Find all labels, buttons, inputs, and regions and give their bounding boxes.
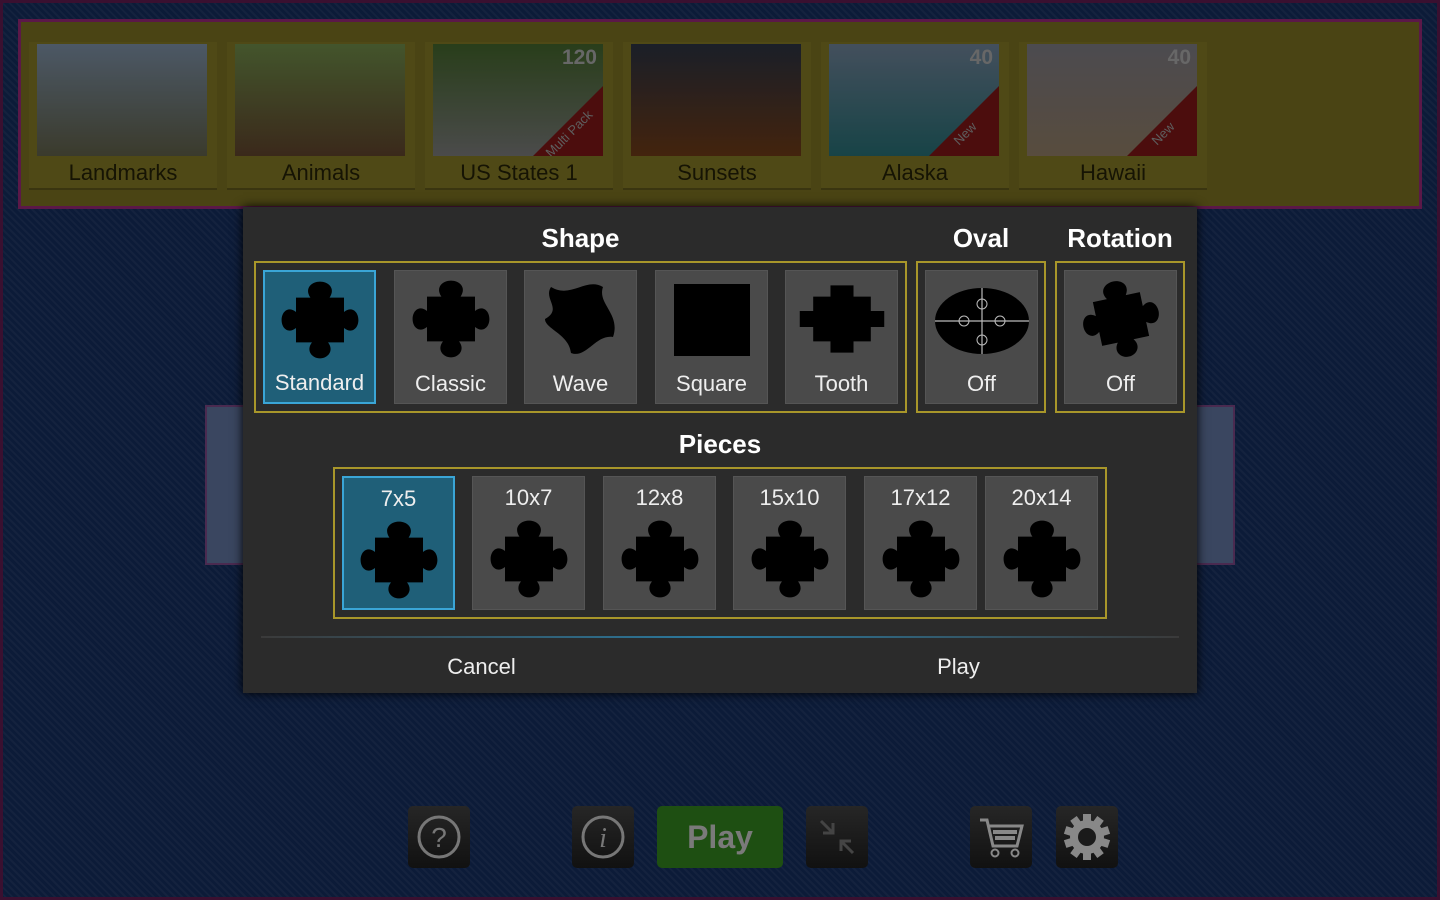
svg-text:i: i [599,823,607,854]
square-piece-icon [673,284,750,356]
category-thumbnail [631,44,801,156]
pieces-label: 7x5 [380,486,417,511]
pieces-7x5[interactable]: 7x5 [342,476,455,610]
ribbon [929,86,999,156]
piece-icon [742,519,838,599]
pieces-17x12[interactable]: 17x12 [864,476,977,610]
piece-icon [612,519,708,599]
puzzle-count: 40 [1167,46,1191,69]
help-button[interactable]: ? [408,806,470,868]
category-label: Alaska [881,160,949,185]
category-landmarks[interactable]: Landmarks [29,42,217,190]
category-thumbnail: Multi Pack 120 [433,44,603,156]
pieces-label: 12x8 [635,485,684,510]
oval-group: Off [916,261,1046,413]
shape-wave[interactable]: Wave [524,270,637,404]
shape-label: Tooth [814,371,869,396]
cart-icon [980,818,1024,858]
shape-square[interactable]: Square [655,270,768,404]
game-options-dialog: Shape Oval Rotation Standard Classic Wav… [243,207,1197,693]
rotation-heading: Rotation [1067,223,1173,253]
shop-button[interactable] [970,806,1032,868]
shape-label: Classic [415,371,486,396]
shape-tooth[interactable]: Tooth [785,270,898,404]
oval-heading: Oval [952,223,1010,253]
cancel-button[interactable]: Cancel [243,647,720,687]
settings-button[interactable] [1056,806,1118,868]
oval-label: Off [967,371,996,396]
piece-icon [481,519,577,599]
shape-group: Standard Classic Wave Square Tooth [254,261,907,413]
puzzle-count: 40 [969,46,993,69]
category-thumbnail: New 40 [1027,44,1197,156]
category-label: Sunsets [677,160,757,185]
shape-classic[interactable]: Classic [394,270,507,404]
oval-toggle[interactable]: Off [925,270,1038,404]
ribbon [533,86,603,156]
category-thumbnail [235,44,405,156]
category-label: Animals [281,160,361,185]
category-sunsets[interactable]: Sunsets [623,42,811,190]
collapse-button[interactable] [806,806,868,868]
category-strip: Landmarks Animals Multi Pack 120 US States 1… [18,19,1422,209]
pieces-label: 17x12 [890,485,951,510]
category-hawaii[interactable]: New 40 Hawaii [1019,42,1207,190]
classic-piece-icon [403,279,499,359]
category-alaska[interactable]: New 40 Alaska [821,42,1009,190]
help-icon: ? [417,815,461,859]
piece-icon [873,519,969,599]
background-puzzle-right [1195,405,1235,565]
category-animals[interactable]: Animals [227,42,415,190]
collapse-icon [819,819,855,855]
piece-icon [351,520,447,600]
shape-label: Square [676,371,747,396]
background-puzzle-left [205,405,245,565]
piece-icon [994,519,1090,599]
shape-standard[interactable]: Standard [263,270,376,404]
rotation-label: Off [1106,371,1135,396]
play-button[interactable]: Play [657,806,783,868]
shape-label: Wave [552,371,609,396]
oval-pieces-icon [934,288,1029,354]
svg-text:?: ? [431,822,447,853]
info-button[interactable]: i [572,806,634,868]
pieces-label: 10x7 [504,485,553,510]
gear-icon [1063,814,1111,860]
ribbon [1127,86,1197,156]
pieces-label: 15x10 [759,485,820,510]
pieces-group: 7x5 10x7 12x8 15x10 17x12 20x14 [333,467,1107,619]
tooth-piece-icon [799,285,884,353]
shape-label: Standard [274,370,365,395]
standard-piece-icon [272,280,368,360]
puzzle-count: 120 [561,46,597,69]
pieces-10x7[interactable]: 10x7 [472,476,585,610]
pieces-20x14[interactable]: 20x14 [985,476,1098,610]
category-label: US States 1 [460,160,578,185]
wave-piece-icon [544,284,615,354]
play-dialog-button[interactable]: Play [720,647,1197,687]
pieces-label: 20x14 [1011,485,1072,510]
pieces-heading: Pieces [678,429,762,459]
category-label: Hawaii [1079,160,1147,185]
category-label: Landmarks [68,160,178,185]
rotation-group: Off [1055,261,1185,413]
rotation-toggle[interactable]: Off [1064,270,1177,404]
category-thumbnail: New 40 [829,44,999,156]
divider [261,636,1179,638]
rotated-piece-icon [1065,270,1176,368]
pieces-12x8[interactable]: 12x8 [603,476,716,610]
info-icon: i [581,815,625,859]
category-thumbnail [37,44,207,156]
pieces-15x10[interactable]: 15x10 [733,476,846,610]
shape-heading: Shape [541,223,620,253]
category-us-states-1[interactable]: Multi Pack 120 US States 1 [425,42,613,190]
